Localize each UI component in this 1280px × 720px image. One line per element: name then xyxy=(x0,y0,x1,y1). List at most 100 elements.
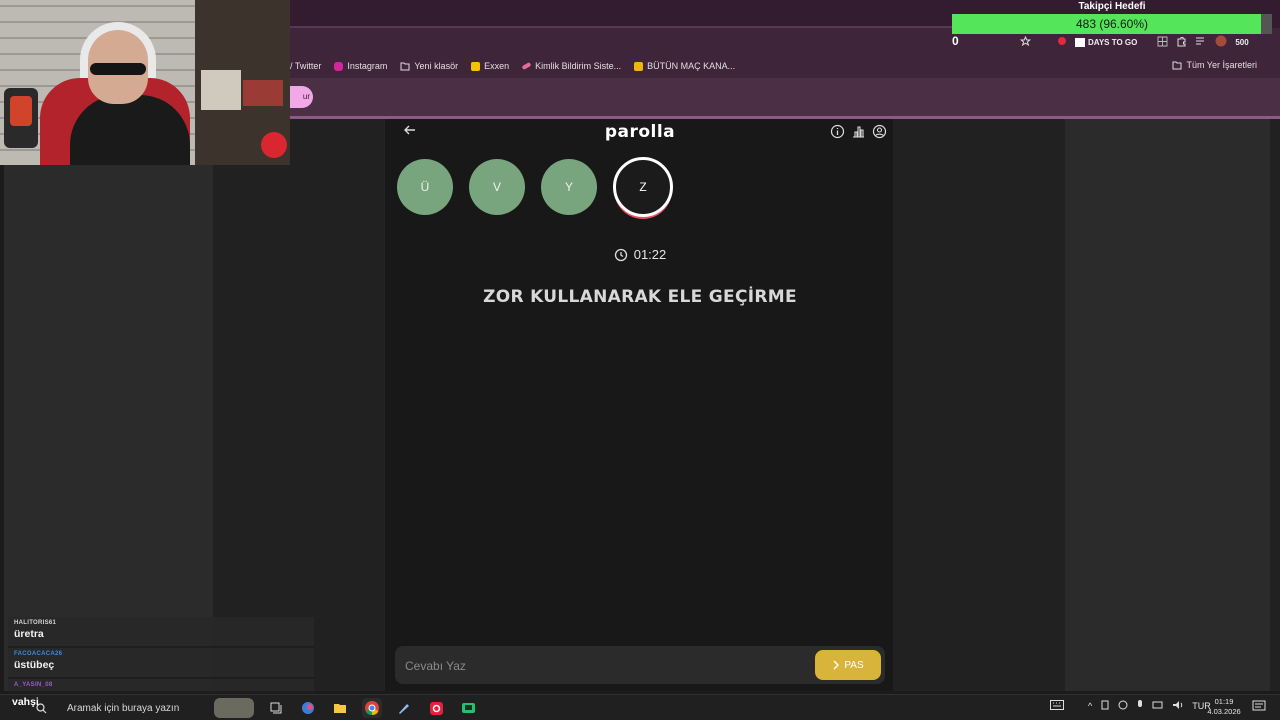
timer-value: 01:22 xyxy=(633,247,667,262)
notification-icon xyxy=(1252,700,1266,711)
green-app-icon[interactable] xyxy=(458,698,478,718)
extension-red-button[interactable] xyxy=(1057,36,1067,48)
chat-username: HALITORIS61 xyxy=(14,620,57,626)
bookmark-label: Exxen xyxy=(484,61,510,71)
shelf-item xyxy=(201,70,241,110)
chevron-up-icon[interactable]: ^ xyxy=(1088,701,1092,711)
bookmarks-bar: / Twitter Instagram Yeni klasör Exxen Ki… xyxy=(290,54,1280,78)
bookmark-kimlik[interactable]: Kimlik Bildirim Siste... xyxy=(521,61,621,71)
clock-icon xyxy=(614,248,627,261)
extensions-button[interactable] xyxy=(1176,36,1187,49)
search-placeholder: Aramak için buraya yazın xyxy=(67,702,180,714)
flag-image xyxy=(261,132,287,158)
brush-app-icon[interactable] xyxy=(394,698,414,718)
extension-pill[interactable]: ur xyxy=(290,86,313,108)
taskbar-apps xyxy=(214,698,478,718)
all-bookmarks-label: Tüm Yer İşaretleri xyxy=(1186,60,1257,70)
bookmark-mac-kanal[interactable]: BÜTÜN MAÇ KANA... xyxy=(634,61,735,71)
wifi-icon[interactable] xyxy=(1152,700,1164,712)
letter-circle: Ü xyxy=(397,159,453,215)
chat-message: FACOACACA26 üstübeç xyxy=(8,648,314,679)
bookmark-star-button[interactable] xyxy=(1019,35,1032,49)
network-icon[interactable] xyxy=(1118,700,1128,712)
left-pane xyxy=(4,119,213,691)
webcam-shelf xyxy=(195,0,290,165)
header-actions xyxy=(830,124,887,139)
clock-time: 01:19 xyxy=(1214,697,1234,706)
feather-icon xyxy=(521,62,532,70)
bookmark-exxen[interactable]: Exxen xyxy=(471,61,509,71)
star-icon xyxy=(1019,35,1032,46)
chat-username: FACOACACA26 xyxy=(14,651,63,657)
goal-counter: 0 xyxy=(952,34,959,48)
elephant-widget-icon[interactable] xyxy=(214,698,254,718)
red-app-icon[interactable] xyxy=(426,698,446,718)
taskbar: Aramak için buraya yazın ^ TUR 01:19 4.0… xyxy=(0,694,1280,720)
chat-text-overlay: vahşi xyxy=(12,696,39,708)
badge-count: 500 xyxy=(1235,37,1249,47)
chat-overlay: HALITORIS61 üretra FACOACACA26 üstübeç A… xyxy=(8,617,314,695)
clock[interactable]: 01:19 4.03.2026 xyxy=(1204,697,1244,717)
bookmark-label: Instagram xyxy=(347,61,388,71)
clock-date: 4.03.2026 xyxy=(1207,707,1241,716)
pass-label: PAS xyxy=(844,659,864,671)
jp-icon xyxy=(634,61,644,71)
answer-input[interactable] xyxy=(405,656,785,676)
letter-circle: Y xyxy=(541,159,597,215)
profile-button[interactable] xyxy=(872,124,887,139)
chevron-right-icon xyxy=(833,660,840,670)
info-button[interactable] xyxy=(830,124,845,139)
letter-circle-active: Z xyxy=(613,157,673,217)
grid-icon xyxy=(1157,36,1168,46)
right-pane xyxy=(1065,119,1270,691)
app-title: parolla xyxy=(604,122,676,142)
stats-button[interactable] xyxy=(851,124,866,139)
copilot-icon[interactable] xyxy=(298,698,318,718)
taskbar-search[interactable]: Aramak için buraya yazın xyxy=(36,699,212,717)
goal-progress-text: 483 (96.60%) xyxy=(1075,17,1149,31)
page: parolla Ü V Y Z 01:22 ZOR KULLANARAK ELE… xyxy=(4,119,1280,691)
bookmark-label: Yeni klasör xyxy=(414,61,459,71)
extension-button[interactable] xyxy=(1157,36,1168,49)
chat-message: HALITORIS61 üretra xyxy=(8,617,314,648)
info-icon xyxy=(830,124,845,139)
media-button[interactable] xyxy=(1195,36,1207,49)
volume-icon[interactable] xyxy=(1172,700,1184,712)
task-view-icon[interactable] xyxy=(266,698,286,718)
webcam-overlay xyxy=(0,0,290,165)
all-bookmarks[interactable]: Tüm Yer İşaretleri xyxy=(1172,60,1257,70)
goal-title: Takipçi Hedefi xyxy=(1078,1,1146,12)
follower-goal: Takipçi Hedefi 483 (96.60%) xyxy=(952,0,1280,34)
user-icon xyxy=(872,124,887,139)
bookmark-instagram[interactable]: Instagram xyxy=(334,61,387,71)
days-to-go-button[interactable]: DAYS TO GO xyxy=(1075,37,1138,47)
bookmark-label: / Twitter xyxy=(290,61,322,71)
bar-chart-icon xyxy=(853,126,864,138)
chat-text: üretra xyxy=(14,628,44,640)
chrome-icon[interactable] xyxy=(362,698,382,718)
file-explorer-icon[interactable] xyxy=(330,698,350,718)
mic-icon[interactable] xyxy=(1136,700,1144,712)
puzzle-icon xyxy=(1177,36,1186,46)
profile-avatar[interactable] xyxy=(1215,35,1227,49)
system-tray: ^ TUR xyxy=(1050,700,1211,712)
app-header: parolla xyxy=(385,119,895,147)
avatar-icon xyxy=(1215,35,1227,47)
notification-button[interactable] xyxy=(1252,700,1266,716)
bookmark-twitter[interactable]: / Twitter xyxy=(290,61,321,71)
keyboard-icon[interactable] xyxy=(1050,700,1064,712)
microphone xyxy=(4,88,38,148)
playlist-icon xyxy=(1196,37,1205,44)
battery-icon[interactable] xyxy=(1100,700,1110,712)
drop-icon xyxy=(1058,37,1066,45)
days-to-go-label: DAYS TO GO xyxy=(1088,37,1138,47)
pass-button[interactable]: PAS xyxy=(815,650,881,680)
bookmark-label: BÜTÜN MAÇ KANA... xyxy=(647,61,736,71)
toolbar-icons: DAYS TO GO 500 xyxy=(1019,35,1249,49)
bookmark-folder[interactable]: Yeni klasör xyxy=(400,61,458,71)
folder-icon xyxy=(1172,61,1182,69)
letter-track: Ü V Y Z xyxy=(397,157,673,217)
folder-icon xyxy=(400,62,410,70)
calendar-icon xyxy=(1075,37,1085,47)
question-text: ZOR KULLANARAK ELE GEÇİRME xyxy=(483,287,797,307)
